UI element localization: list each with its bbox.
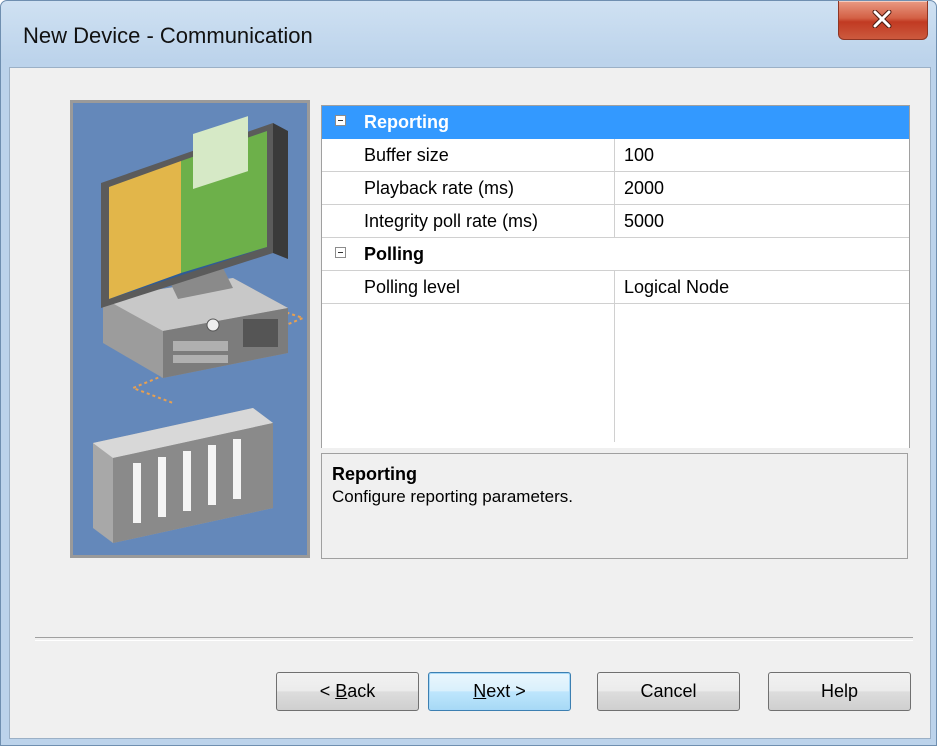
window-title: New Device - Communication	[23, 23, 313, 48]
back-button[interactable]: < Back	[276, 672, 419, 711]
help-button[interactable]: Help	[768, 672, 911, 711]
property-grid: Reporting Buffer size 100 Playback rate …	[321, 105, 910, 448]
device-illustration	[70, 100, 310, 558]
property-value[interactable]: 100	[624, 145, 654, 166]
collapse-icon[interactable]	[335, 247, 346, 258]
description-text: Configure reporting parameters.	[332, 487, 573, 506]
next-button[interactable]: Next >	[428, 672, 571, 711]
property-name: Polling level	[364, 277, 461, 297]
category-row-polling[interactable]: Polling	[322, 238, 909, 271]
next-label-rest: ext >	[486, 681, 526, 701]
column-divider	[614, 271, 615, 303]
category-label: Reporting	[364, 112, 449, 132]
property-name: Playback rate (ms)	[364, 178, 515, 198]
close-icon	[872, 10, 892, 28]
column-divider	[614, 304, 615, 442]
category-row-reporting[interactable]: Reporting	[322, 106, 909, 139]
column-divider	[614, 205, 615, 237]
dialog-body: Reporting Buffer size 100 Playback rate …	[9, 67, 931, 739]
cancel-button[interactable]: Cancel	[597, 672, 740, 711]
property-row-integrity-poll-rate[interactable]: Integrity poll rate (ms) 5000	[322, 205, 909, 238]
back-label-prefix: <	[319, 681, 336, 701]
column-divider	[614, 139, 615, 171]
property-row-buffer-size[interactable]: Buffer size 100	[322, 139, 909, 172]
property-name: Buffer size	[364, 145, 449, 165]
close-button[interactable]	[838, 1, 928, 40]
title-bar[interactable]: New Device - Communication	[1, 1, 936, 67]
property-value[interactable]: Logical Node	[624, 277, 729, 298]
button-separator	[35, 637, 913, 641]
property-name: Integrity poll rate (ms)	[364, 211, 539, 231]
description-title: Reporting	[332, 464, 417, 484]
property-value[interactable]: 2000	[624, 178, 664, 199]
back-label-rest: ack	[347, 681, 376, 701]
dialog-window: New Device - Communication Reporting Buf…	[0, 0, 937, 746]
description-panel: Reporting Configure reporting parameters…	[321, 453, 908, 559]
computer-device-illustration-icon	[93, 116, 306, 543]
property-grid-empty-area	[322, 304, 909, 448]
property-row-polling-level[interactable]: Polling level Logical Node	[322, 271, 909, 304]
property-value[interactable]: 5000	[624, 211, 664, 232]
column-divider	[614, 172, 615, 204]
category-label: Polling	[364, 244, 424, 264]
back-mnemonic: B	[335, 681, 348, 701]
collapse-icon[interactable]	[335, 115, 346, 126]
next-mnemonic: N	[473, 681, 487, 701]
property-row-playback-rate[interactable]: Playback rate (ms) 2000	[322, 172, 909, 205]
